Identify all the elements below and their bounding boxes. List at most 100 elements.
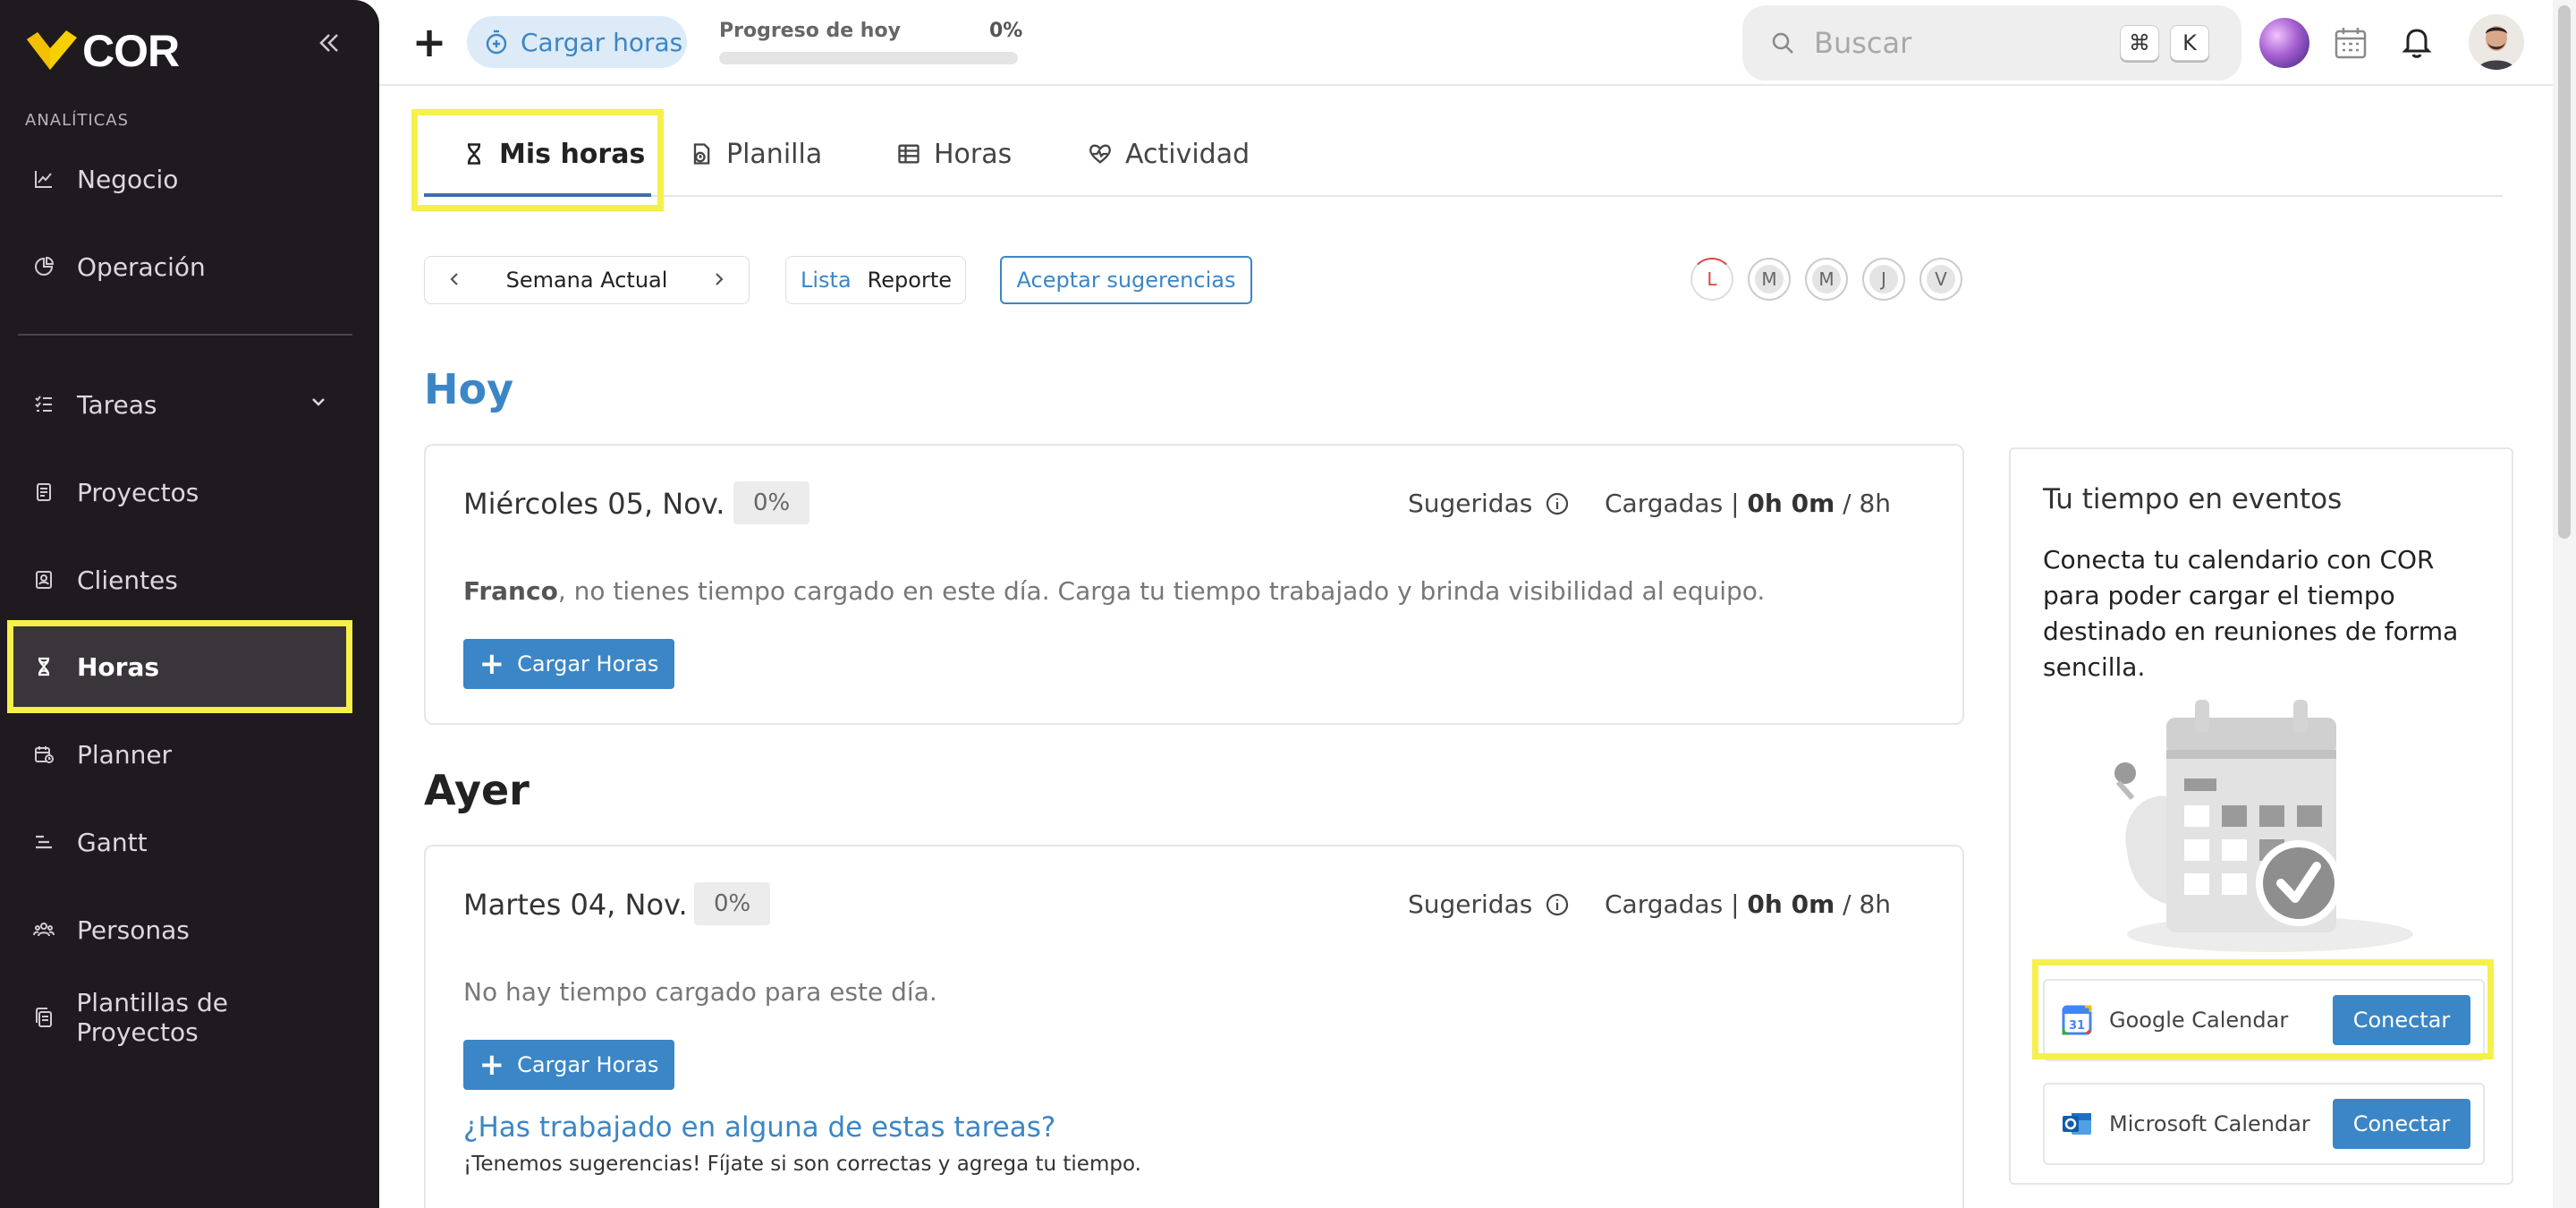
day-message-text: , no tienes tiempo cargado en este día. … [557, 576, 1766, 606]
table-icon [898, 144, 919, 164]
sidebar-item-personas[interactable]: Personas [7, 887, 352, 973]
view-toggle: Lista Reporte [785, 256, 966, 304]
button-label: Cargar Horas [517, 651, 659, 676]
pie-chart-icon [30, 253, 57, 280]
sidebar-divider [18, 334, 352, 336]
cargadas-label: Cargadas | [1605, 489, 1740, 518]
sidebar-item-label: Operación [77, 251, 206, 282]
cargadas-value: 0h 0m [1747, 489, 1835, 518]
highlight-mis-horas-tab [411, 109, 664, 211]
cargar-horas-button[interactable]: Cargar horas [467, 16, 687, 68]
top-bar: + Cargar horas Progreso de hoy 0% ⌘ K [379, 0, 2553, 86]
search-box[interactable]: ⌘ K [1742, 5, 2241, 81]
tab-horas[interactable]: Horas [896, 111, 1012, 197]
events-description: Conecta tu calendario con COR para poder… [2043, 545, 2459, 682]
logo-check-icon [25, 29, 79, 73]
logo-text: COR [82, 26, 180, 76]
accept-suggestions-button[interactable]: Aceptar sugerencias [1000, 256, 1252, 304]
cor-logo[interactable]: COR [25, 20, 180, 82]
cargar-horas-today-button[interactable]: + Cargar Horas [463, 639, 674, 689]
tab-planilla[interactable]: Planilla [689, 111, 822, 197]
sugeridas-text: Sugeridas [1408, 889, 1533, 919]
day-circle-viernes[interactable]: V [1919, 258, 1962, 301]
sidebar-item-label: Planner [77, 739, 173, 770]
sugeridas-label[interactable]: Sugeridas [1408, 489, 1570, 518]
shortcut-k-key: K [2170, 25, 2209, 61]
highlight-google-calendar [2032, 959, 2494, 1059]
sugeridas-label[interactable]: Sugeridas [1408, 889, 1570, 919]
sidebar-item-label: Proyectos [77, 477, 199, 507]
day-letter: M [1812, 265, 1841, 293]
view-lista-option[interactable]: Lista [801, 268, 852, 293]
cargar-horas-yesterday-button[interactable]: + Cargar Horas [463, 1040, 674, 1090]
day-circle-miercoles[interactable]: M [1805, 258, 1848, 301]
day-percent-badge: 0% [694, 882, 771, 925]
day-circle-jueves[interactable]: J [1862, 258, 1905, 301]
user-avatar[interactable] [2469, 14, 2524, 70]
day-letter: M [1755, 265, 1784, 293]
sidebar-item-proyectos[interactable]: Proyectos [7, 449, 352, 535]
chevron-down-icon[interactable] [309, 393, 327, 416]
cargadas-value: 0h 0m [1747, 889, 1835, 919]
day-percent-badge: 0% [733, 481, 810, 524]
week-label: Semana Actual [505, 268, 668, 293]
heart-pulse-icon [1089, 144, 1111, 164]
search-input[interactable] [1814, 26, 2109, 60]
microsoft-calendar-row: Microsoft Calendar Conectar [2043, 1083, 2485, 1165]
connect-microsoft-button[interactable]: Conectar [2333, 1099, 2470, 1149]
cargadas-summary: Cargadas | 0h 0m / 8h [1605, 489, 1891, 518]
sidebar-item-label: Clientes [77, 565, 178, 595]
calendar-icon[interactable] [2331, 23, 2370, 63]
suggestions-title[interactable]: ¿Has trabajado en alguna de estas tareas… [463, 1111, 1055, 1144]
sidebar-item-plantillas[interactable]: Plantillas de Proyectos [7, 974, 352, 1060]
info-icon[interactable] [1545, 491, 1570, 516]
day-message: No hay tiempo cargado para este día. [463, 977, 937, 1007]
button-label: Cargar Horas [517, 1052, 659, 1077]
timesheet-icon [693, 143, 710, 165]
calendar-clock-icon [30, 741, 57, 768]
task-list-icon [30, 391, 57, 418]
ai-assistant-orb-icon[interactable] [2259, 18, 2309, 68]
info-icon[interactable] [1545, 892, 1570, 917]
sidebar-item-gantt[interactable]: Gantt [7, 799, 352, 885]
day-circle-lunes[interactable]: L [1690, 258, 1733, 301]
day-circle-martes[interactable]: M [1748, 258, 1791, 301]
week-navigator: Semana Actual [424, 256, 750, 304]
sidebar-item-planner[interactable]: Planner [7, 711, 352, 797]
view-reporte-option[interactable]: Reporte [868, 268, 952, 293]
progress-bar [719, 52, 1018, 64]
section-title-hoy: Hoy [424, 365, 514, 413]
sidebar-item-label: Personas [77, 915, 190, 945]
cargadas-label: Cargadas | [1605, 889, 1740, 919]
weekday-progress: L M M J V [1690, 258, 1962, 301]
section-label-analiticas: ANALÍTICAS [25, 111, 130, 130]
tab-label: Actividad [1125, 138, 1250, 170]
calendar-illustration [2114, 700, 2413, 952]
tab-actividad[interactable]: Actividad [1088, 111, 1250, 197]
sidebar-item-label: Tareas [77, 389, 157, 420]
shortcut-cmd-key: ⌘ [2120, 25, 2159, 61]
events-title: Tu tiempo en eventos [2043, 483, 2343, 515]
sidebar-item-tareas[interactable]: Tareas [7, 362, 352, 447]
day-card-yesterday: Martes 04, Nov. 0% Sugeridas Cargadas | … [424, 845, 1964, 1208]
search-icon [1772, 32, 1793, 54]
scrollbar-thumb[interactable] [2558, 5, 2571, 539]
plus-icon: + [479, 1047, 505, 1083]
page-scrollbar[interactable] [2553, 0, 2576, 1208]
collapse-sidebar-icon[interactable] [313, 27, 345, 59]
chevron-right-icon[interactable] [711, 267, 727, 293]
sidebar-item-clientes[interactable]: Clientes [7, 537, 352, 623]
chart-line-icon [30, 166, 57, 192]
progress-label: Progreso de hoy [719, 20, 901, 42]
add-icon[interactable]: + [410, 20, 449, 64]
progress-value: 0% [989, 20, 1023, 42]
cargadas-total: / 8h [1843, 489, 1892, 518]
day-letter: L [1698, 265, 1726, 293]
notifications-bell-icon[interactable] [2397, 21, 2436, 61]
day-letter: V [1927, 265, 1955, 293]
sidebar-item-label: Negocio [77, 164, 179, 194]
outlook-calendar-icon [2063, 1113, 2091, 1135]
chevron-left-icon[interactable] [446, 267, 462, 293]
sidebar-item-negocio[interactable]: Negocio [7, 136, 352, 222]
sidebar-item-operacion[interactable]: Operación [7, 224, 352, 310]
